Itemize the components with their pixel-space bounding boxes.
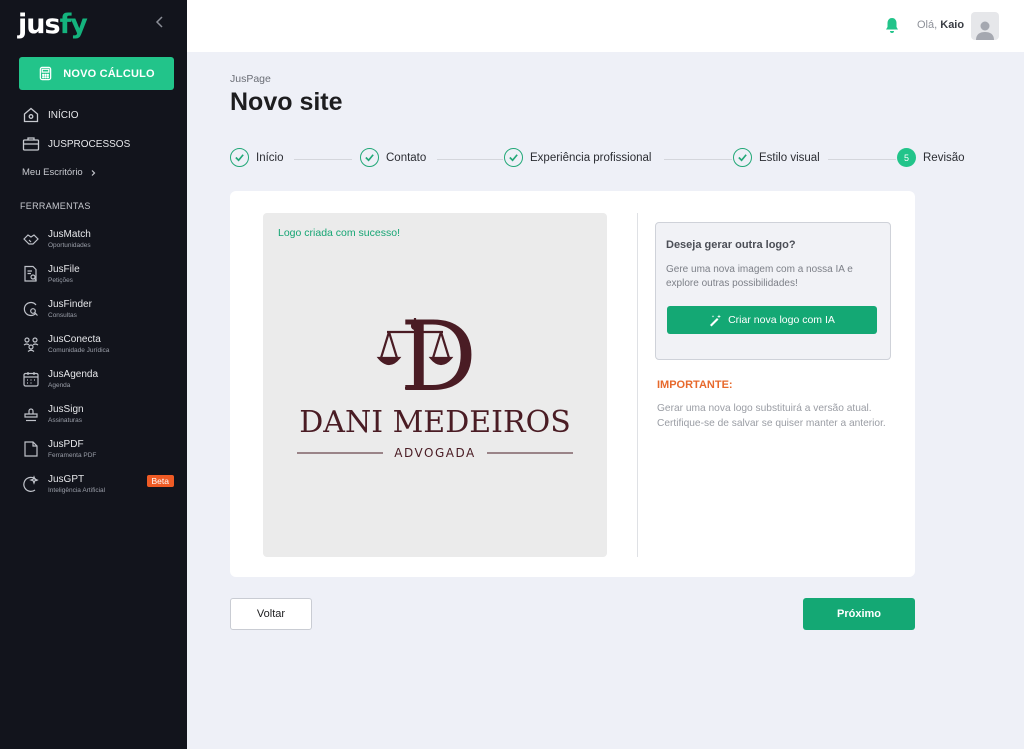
step-contato[interactable]: Contato [360, 148, 426, 167]
calculator-icon [39, 66, 52, 81]
avatar[interactable] [971, 12, 999, 40]
back-button[interactable]: Voltar [230, 598, 312, 630]
user-greeting: Olá, Kaio [917, 19, 965, 31]
stamp-icon [24, 408, 38, 422]
tool-jusfile[interactable]: JusFile Petições [22, 259, 182, 289]
step-revisao[interactable]: 5 Revisão [897, 148, 965, 167]
ai-icon [23, 475, 39, 492]
topbar: Olá, Kaio [187, 0, 1024, 52]
page-title: Novo site [230, 88, 343, 116]
tool-jusgpt[interactable]: JusGPT Inteligência Artificial Beta [22, 469, 182, 499]
tool-juspdf[interactable]: JusPDF Ferramenta PDF [22, 434, 182, 464]
pdf-icon [24, 441, 38, 457]
community-icon [23, 337, 39, 352]
check-icon [230, 148, 249, 167]
notification-bell-icon[interactable] [884, 17, 900, 34]
important-title: IMPORTANTE: [657, 379, 733, 391]
success-message: Logo criada com sucesso! [278, 227, 400, 239]
brand-logo[interactable]: jusfy [18, 9, 88, 40]
step-experiencia[interactable]: Experiência profissional [504, 148, 651, 167]
handshake-icon [23, 234, 39, 245]
nav-item-my-office[interactable]: Meu Escritório [22, 167, 97, 178]
stepper: Início Contato Experiência profissional … [230, 148, 970, 172]
check-icon [733, 148, 752, 167]
create-new-logo-button[interactable]: Criar nova logo com IA [667, 306, 877, 334]
step-estilo-visual[interactable]: Estilo visual [733, 148, 820, 167]
tool-jusmatch[interactable]: JusMatch Oportunidades [22, 224, 182, 254]
step-inicio[interactable]: Início [230, 148, 284, 167]
logo-subtitle: ADVOGADA [394, 446, 475, 460]
magic-wand-icon [710, 314, 722, 326]
important-text: Gerar uma nova logo substituirá a versão… [657, 403, 886, 429]
briefcase-icon [22, 137, 40, 151]
user-name: Kaio [940, 19, 965, 31]
finder-icon [23, 301, 38, 317]
breadcrumb[interactable]: JusPage [230, 73, 271, 85]
home-icon [23, 107, 39, 123]
regenerate-description: Gere uma nova imagem com a nossa IA e ex… [666, 264, 853, 289]
regenerate-heading: Deseja gerar outra logo? [666, 239, 796, 251]
calendar-icon [23, 372, 39, 387]
review-card: Logo criada com sucesso! D DANI MEDEIROS… [230, 191, 915, 577]
nav-item-processes[interactable]: JUSPROCESSOS [22, 135, 130, 153]
step-connector [664, 159, 732, 160]
next-button[interactable]: Próximo [803, 598, 915, 630]
vertical-divider [637, 213, 638, 557]
step-number: 5 [897, 148, 916, 167]
regenerate-logo-panel: Deseja gerar outra logo? Gere uma nova i… [655, 222, 891, 360]
user-avatar-icon [976, 21, 994, 40]
check-icon [504, 148, 523, 167]
nav-item-home[interactable]: INÍCIO [22, 106, 79, 124]
tools-section-label: FERRAMENTAS [20, 201, 91, 211]
tool-jussign[interactable]: JusSign Assinaturas [22, 399, 182, 429]
logo-preview: Logo criada com sucesso! D DANI MEDEIROS… [263, 213, 607, 557]
tool-jusconecta[interactable]: JusConecta Comunidade Jurídica [22, 329, 182, 359]
new-calculation-label: NOVO CÁLCULO [63, 67, 155, 80]
check-icon [360, 148, 379, 167]
sidebar: jusfy NOVO CÁLCULO INÍCIO JUSPROCESSOS M… [0, 0, 187, 749]
step-connector [294, 159, 352, 160]
tool-jusfinder[interactable]: JusFinder Consultas [22, 294, 182, 324]
generated-logo: D DANI MEDEIROS ADVOGADA [297, 308, 573, 460]
tool-jusagenda[interactable]: JusAgenda Agenda [22, 364, 182, 394]
new-calculation-button[interactable]: NOVO CÁLCULO [19, 57, 174, 90]
logo-name: DANI MEDEIROS [299, 405, 571, 440]
chevron-right-icon [91, 169, 96, 176]
collapse-sidebar-icon[interactable] [152, 14, 168, 30]
step-connector [437, 159, 503, 160]
step-connector [828, 159, 896, 160]
file-search-icon [24, 265, 37, 282]
beta-badge: Beta [146, 475, 174, 487]
